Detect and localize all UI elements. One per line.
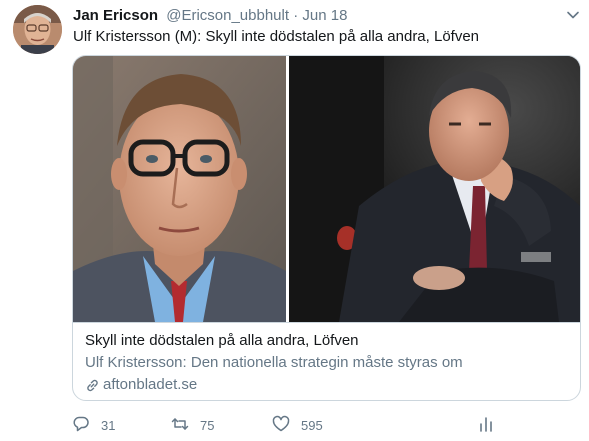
link-card[interactable]: Skyll inte dödstalen på alla andra, Löfv…	[72, 55, 581, 401]
retweet-button[interactable]: 75	[171, 414, 214, 436]
tweet[interactable]: Jan Ericson @Ericson_ubbhult · Jun 18 Ul…	[0, 0, 589, 441]
author-handle[interactable]: @Ericson_ubbhult	[166, 7, 289, 24]
card-title[interactable]: Skyll inte dödstalen på alla andra, Löfv…	[85, 331, 359, 351]
reply-icon	[72, 415, 90, 436]
tweet-header: Jan Ericson @Ericson_ubbhult · Jun 18	[73, 6, 347, 26]
reply-count: 31	[101, 417, 116, 433]
card-image-right	[289, 56, 580, 322]
like-button[interactable]: 595	[272, 414, 323, 436]
retweet-count: 75	[200, 417, 215, 433]
separator-dot: ·	[293, 7, 299, 24]
tweet-actions: 31 75 595	[72, 414, 492, 436]
card-image-left	[73, 56, 286, 322]
heart-icon	[272, 415, 290, 436]
analytics-icon	[477, 415, 495, 436]
avatar[interactable]	[13, 5, 62, 54]
card-domain[interactable]: aftonbladet.se	[85, 375, 197, 395]
card-description: Ulf Kristersson: Den nationella strategi…	[85, 354, 463, 371]
author-name[interactable]: Jan Ericson	[73, 7, 158, 24]
tweet-date[interactable]: Jun 18	[302, 7, 347, 24]
chevron-down-icon[interactable]	[566, 8, 580, 22]
card-domain-text: aftonbladet.se	[103, 376, 198, 393]
like-count: 595	[301, 417, 323, 433]
card-image	[73, 56, 580, 322]
tweet-text: Ulf Kristersson (M): Skyll inte dödstale…	[73, 28, 480, 45]
reply-button[interactable]: 31	[72, 414, 115, 436]
analytics-button[interactable]	[477, 414, 495, 436]
link-icon	[85, 378, 100, 393]
card-divider	[73, 322, 580, 323]
retweet-icon	[171, 415, 189, 436]
